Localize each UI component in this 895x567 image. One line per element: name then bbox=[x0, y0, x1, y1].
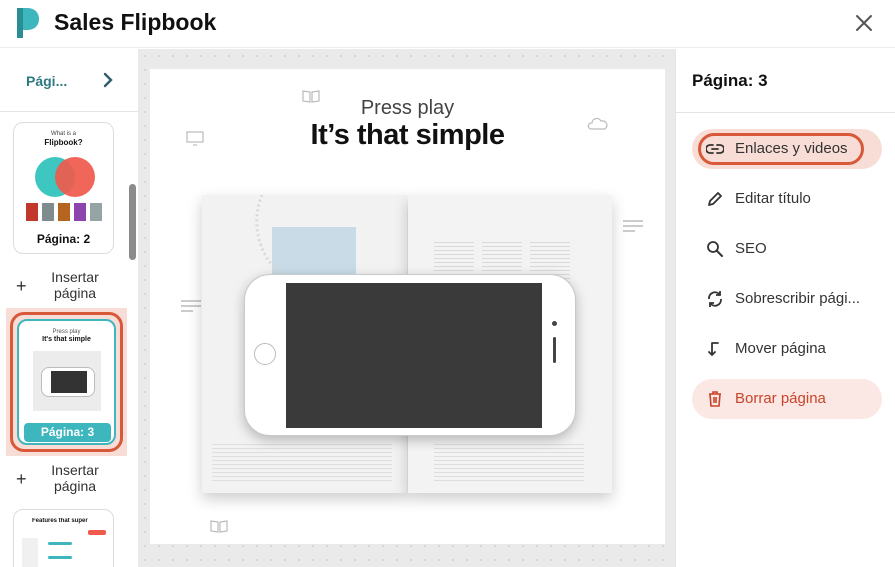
menu-item-label: SEO bbox=[735, 240, 767, 257]
menu-item-label: Borrar página bbox=[735, 390, 826, 407]
move-page-button[interactable]: Mover página bbox=[692, 329, 882, 369]
open-book-image bbox=[202, 195, 612, 495]
thumb-heading: Flipbook? bbox=[44, 138, 83, 147]
page-thumbnail-3[interactable]: Press play It's that simple Página: 3 bbox=[17, 319, 116, 445]
pages-sidebar: Pági... What is a Flipbook? Página: 2 + … bbox=[0, 49, 138, 567]
edit-title-button[interactable]: Editar título bbox=[692, 179, 882, 219]
page-thumbnail-2[interactable]: What is a Flipbook? Página: 2 bbox=[13, 122, 114, 254]
page-preview[interactable]: Press play It’s that simple bbox=[150, 69, 665, 544]
page-subtitle: Press play bbox=[360, 97, 455, 119]
menu-item-label: Mover página bbox=[735, 340, 826, 357]
flipbook-logo-icon bbox=[17, 8, 39, 38]
move-arrow-icon bbox=[708, 342, 719, 356]
thumb-phone bbox=[41, 367, 95, 397]
plus-icon: + bbox=[16, 276, 27, 296]
search-icon bbox=[707, 241, 723, 257]
page-options-panel: Página: 3 Enlaces y videos Editar título… bbox=[675, 49, 895, 567]
insert-label-line1: Insertar bbox=[51, 269, 99, 285]
book-icon bbox=[210, 520, 228, 533]
page-canvas: Press play It’s that simple bbox=[138, 49, 675, 567]
insert-label-line2: página bbox=[53, 478, 97, 494]
sidebar-scrollbar[interactable] bbox=[129, 184, 136, 260]
app-window: Sales Flipbook Pági... What is a Flipboo… bbox=[0, 0, 895, 567]
thumb-heading-top: What is a bbox=[50, 131, 76, 137]
header: Sales Flipbook bbox=[0, 0, 895, 48]
page-title: It’s that simple bbox=[310, 119, 505, 151]
venn-diagram-icon bbox=[35, 157, 95, 197]
menu-item-label: Editar título bbox=[735, 190, 811, 207]
book-arc-decoration bbox=[255, 195, 373, 285]
insert-page-button[interactable]: + Insertar página bbox=[14, 269, 124, 303]
insert-page-button[interactable]: + Insertar página bbox=[14, 462, 124, 496]
app-title: Sales Flipbook bbox=[54, 9, 217, 35]
divider bbox=[676, 112, 895, 113]
seo-button[interactable]: SEO bbox=[692, 229, 882, 269]
thumb-label: Página: 2 bbox=[36, 232, 91, 246]
thumb-books-row bbox=[26, 203, 102, 221]
thumb-heading: Features that super bbox=[32, 518, 88, 524]
page-thumbnail-4[interactable]: Features that super bbox=[13, 509, 114, 567]
phone-mockup bbox=[244, 274, 576, 436]
panel-title: Página: 3 bbox=[692, 71, 768, 90]
thumb-subtitle: Press play bbox=[52, 329, 81, 335]
thumb-label: Página: 3 bbox=[24, 423, 111, 442]
insert-label-line1: Insertar bbox=[51, 462, 99, 478]
book-text-lines bbox=[212, 441, 392, 481]
chevron-right-icon[interactable] bbox=[101, 72, 115, 88]
phone-screen bbox=[286, 283, 542, 428]
pencil-icon bbox=[708, 192, 722, 206]
links-videos-button[interactable]: Enlaces y videos bbox=[692, 129, 882, 169]
insert-label-line2: página bbox=[53, 285, 97, 301]
overwrite-page-button[interactable]: Sobrescribir pági... bbox=[692, 279, 882, 319]
text-lines-icon bbox=[181, 300, 201, 312]
menu-item-label: Enlaces y videos bbox=[735, 140, 848, 157]
highlight-ring: Press play It's that simple Página: 3 bbox=[10, 312, 123, 452]
text-lines-icon bbox=[623, 220, 643, 232]
refresh-icon bbox=[708, 291, 722, 307]
plus-icon: + bbox=[16, 469, 27, 489]
menu-item-label: Sobrescribir pági... bbox=[735, 290, 861, 307]
sidebar-label[interactable]: Pági... bbox=[26, 73, 67, 89]
phone-home-button bbox=[254, 343, 276, 365]
sidebar-header: Pági... bbox=[0, 49, 138, 112]
thumb-title: It's that simple bbox=[42, 336, 91, 343]
delete-page-button[interactable]: Borrar página bbox=[692, 379, 882, 419]
close-icon[interactable] bbox=[853, 12, 875, 34]
selected-thumb-wrap: Press play It's that simple Página: 3 bbox=[6, 308, 127, 456]
link-icon bbox=[706, 144, 724, 154]
trash-icon bbox=[709, 391, 721, 407]
